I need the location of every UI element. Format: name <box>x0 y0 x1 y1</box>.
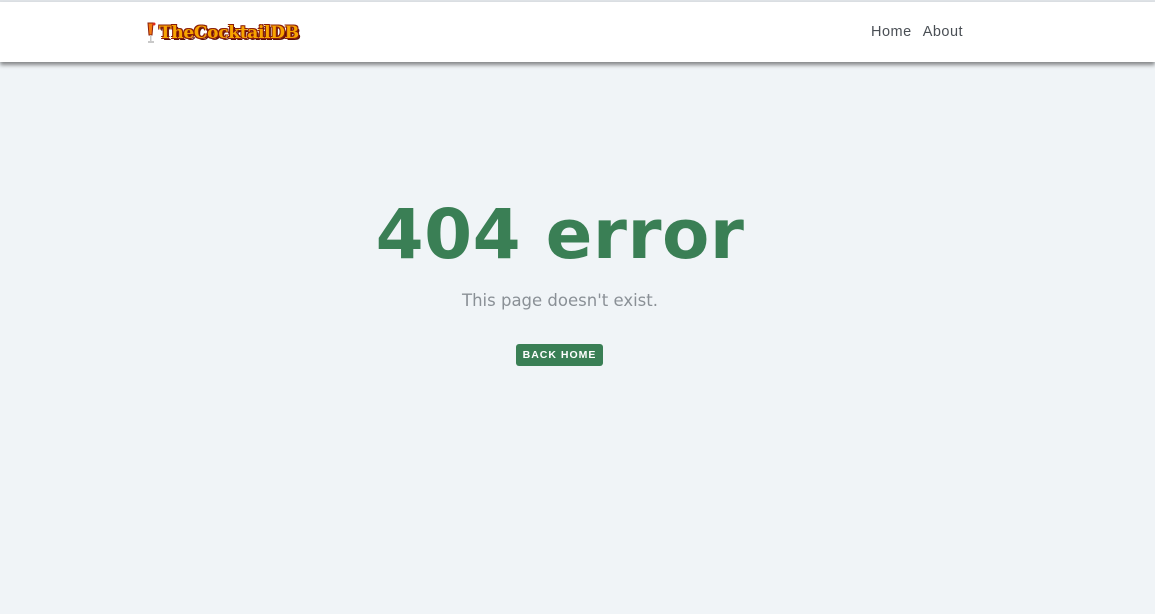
cocktail-glass-icon <box>147 22 156 43</box>
error-page-content: 404 error This page doesn't exist. BACK … <box>0 62 1155 614</box>
back-home-button[interactable]: BACK HOME <box>516 344 603 366</box>
error-title: 404 error <box>375 195 745 275</box>
error-message: This page doesn't exist. <box>462 291 658 310</box>
nav-link-about[interactable]: About <box>923 24 963 40</box>
logo-link[interactable]: TheCocktailDB <box>145 20 299 46</box>
nav-links: Home About <box>871 24 963 40</box>
logo-text: TheCocktailDB <box>159 23 299 43</box>
nav-link-home[interactable]: Home <box>871 24 912 40</box>
navbar: TheCocktailDB Home About <box>0 2 1155 62</box>
